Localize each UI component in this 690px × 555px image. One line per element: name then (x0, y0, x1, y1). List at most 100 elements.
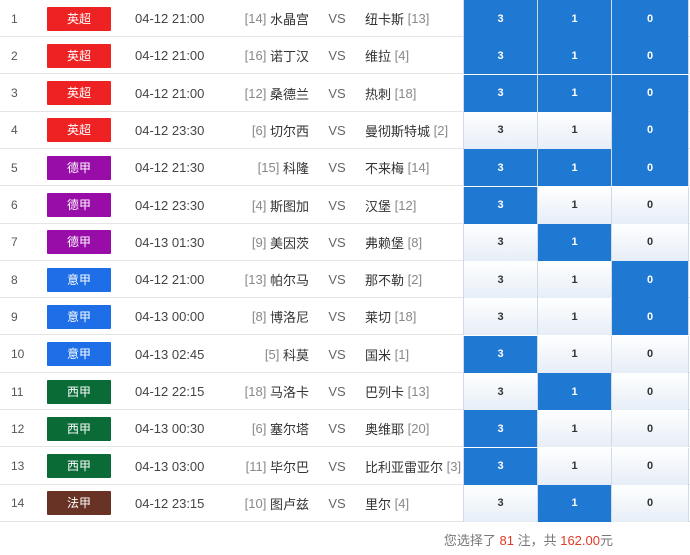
odds-win-button[interactable]: 3 (463, 410, 537, 448)
home-team: [14] 水晶宫 (200, 0, 309, 37)
odds-loss-button[interactable]: 0 (611, 186, 689, 224)
vs-label: VS (328, 495, 346, 511)
odds-loss-button[interactable]: 0 (611, 111, 689, 149)
odds-loss-button[interactable]: 0 (611, 410, 689, 448)
odds-loss-button[interactable]: 0 (611, 373, 689, 410)
away-name: 曼彻斯特城 (365, 123, 431, 139)
odds-loss-button[interactable]: 0 (611, 298, 689, 336)
league-label: 意甲 (47, 342, 111, 367)
home-rank: [13] (244, 272, 267, 288)
table-row: 11 西甲 04-12 22:15 [18] 马洛卡 VS 巴列卡 [13] 3 1 0 (0, 373, 690, 410)
odds-draw-button[interactable]: 1 (537, 223, 611, 261)
odds-win-button[interactable]: 3 (463, 484, 537, 522)
odds-loss-button[interactable]: 0 (611, 447, 689, 485)
odds-draw-button[interactable]: 1 (537, 74, 611, 112)
away-rank: [18] (394, 309, 417, 325)
odds-loss-button[interactable]: 0 (611, 223, 689, 261)
table-row: 5 德甲 04-12 21:30 [15] 科隆 VS 不来梅 [14] 3 1 0 (0, 149, 690, 187)
home-team: [6] 塞尔塔 (200, 410, 309, 447)
table-row: 1 英超 04-12 21:00 [14] 水晶宫 VS 纽卡斯 [13] 3 1 0 (0, 0, 690, 37)
league-label: 西甲 (47, 379, 111, 404)
home-name: 科隆 (282, 161, 309, 177)
summary-suffix: 元 (599, 533, 613, 548)
odds-win-button[interactable]: 3 (463, 335, 537, 373)
league-label: 英超 (47, 118, 111, 143)
row-index: 10 (11, 347, 25, 362)
odds-win-button[interactable]: 3 (463, 149, 537, 187)
odds-draw-button[interactable]: 1 (537, 149, 611, 187)
odds-loss-button[interactable]: 0 (611, 149, 689, 187)
odds-draw-button[interactable]: 1 (537, 37, 611, 75)
odds-draw-button[interactable]: 1 (537, 484, 611, 522)
away-name: 维拉 (365, 49, 392, 65)
table-row: 12 西甲 04-13 00:30 [6] 塞尔塔 VS 奥维耶 [20] 3 1 0 (0, 410, 690, 448)
odds-draw-button[interactable]: 1 (537, 447, 611, 485)
away-team: 奥维耶 [20] (365, 410, 465, 447)
odds-loss-button[interactable]: 0 (611, 37, 689, 75)
away-team: 维拉 [4] (365, 37, 465, 74)
odds-loss-button[interactable]: 0 (611, 74, 689, 112)
row-index: 13 (11, 459, 25, 474)
odds-draw-button[interactable]: 1 (537, 0, 611, 37)
home-rank: [6] (251, 421, 267, 437)
home-rank: [9] (251, 234, 267, 250)
away-name: 国米 (365, 347, 392, 363)
odds-draw-button[interactable]: 1 (537, 261, 611, 299)
home-name: 美因茨 (269, 235, 309, 251)
vs-label: VS (328, 85, 346, 101)
away-team: 那不勒 [2] (365, 261, 465, 298)
home-name: 塞尔塔 (269, 422, 309, 438)
odds-draw-button[interactable]: 1 (537, 186, 611, 224)
odds-win-button[interactable]: 3 (463, 223, 537, 261)
odds-win-button[interactable]: 3 (463, 0, 537, 37)
home-team: [15] 科隆 (200, 149, 309, 186)
odds-win-button[interactable]: 3 (463, 37, 537, 75)
home-team: [18] 马洛卡 (200, 373, 309, 410)
odds-win-button[interactable]: 3 (463, 111, 537, 149)
odds-loss-button[interactable]: 0 (611, 484, 689, 522)
table-row: 2 英超 04-12 21:00 [16] 诺丁汉 VS 维拉 [4] 3 1 0 (0, 37, 690, 75)
away-team: 不来梅 [14] (365, 149, 465, 186)
home-name: 诺丁汉 (269, 49, 309, 65)
home-name: 帕尔马 (269, 273, 309, 289)
away-rank: [14] (407, 160, 430, 176)
league-badge: 英超 (47, 75, 111, 112)
odds-draw-button[interactable]: 1 (537, 111, 611, 149)
odds-win-button[interactable]: 3 (463, 74, 537, 112)
odds-loss-button[interactable]: 0 (611, 261, 689, 299)
odds-win-button[interactable]: 3 (463, 186, 537, 224)
row-index: 12 (11, 421, 25, 436)
home-name: 桑德兰 (269, 86, 309, 102)
odds-draw-button[interactable]: 1 (537, 373, 611, 410)
odds-win-button[interactable]: 3 (463, 298, 537, 336)
odds-draw-button[interactable]: 1 (537, 335, 611, 373)
vs-label: VS (328, 122, 346, 138)
home-rank: [15] (257, 160, 280, 176)
odds-loss-button[interactable]: 0 (611, 0, 689, 37)
away-rank: [13] (407, 384, 430, 399)
away-team: 比利亚雷亚尔 [3] (365, 448, 465, 485)
row-index: 4 (11, 123, 18, 138)
vs-label: VS (328, 309, 346, 325)
odds-win-button[interactable]: 3 (463, 447, 537, 485)
table-row: 7 德甲 04-13 01:30 [9] 美因茨 VS 弗赖堡 [8] 3 1 0 (0, 223, 690, 261)
odds-win-button[interactable]: 3 (463, 373, 537, 410)
home-rank: [18] (244, 384, 267, 399)
home-name: 毕尔巴 (269, 459, 309, 475)
league-badge: 意甲 (47, 336, 111, 373)
away-name: 汉堡 (365, 198, 392, 214)
odds-draw-button[interactable]: 1 (537, 410, 611, 448)
vs-label: VS (328, 160, 346, 176)
league-label: 英超 (47, 6, 111, 31)
home-rank: [12] (244, 85, 267, 101)
odds-loss-button[interactable]: 0 (611, 335, 689, 373)
table-row: 3 英超 04-12 21:00 [12] 桑德兰 VS 热刺 [18] 3 1 0 (0, 74, 690, 112)
odds-draw-button[interactable]: 1 (537, 298, 611, 336)
summary-mid: 注，共 (517, 533, 557, 548)
odds-win-button[interactable]: 3 (463, 261, 537, 299)
vs-label: VS (328, 234, 346, 250)
league-badge: 英超 (47, 0, 111, 37)
home-rank: [10] (244, 495, 267, 511)
row-index: 2 (11, 48, 18, 63)
home-rank: [11] (245, 458, 267, 474)
